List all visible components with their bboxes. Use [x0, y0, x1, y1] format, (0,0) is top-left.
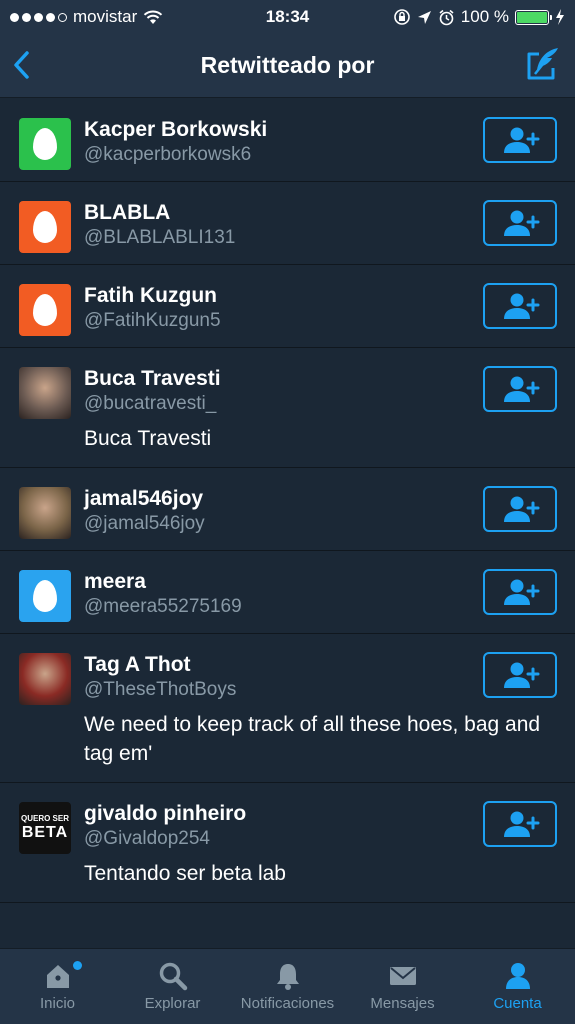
location-icon	[417, 10, 431, 24]
signal-icon	[10, 12, 67, 22]
tab-cuenta[interactable]: Cuenta	[460, 949, 575, 1024]
add-user-icon	[504, 579, 540, 605]
avatar[interactable]	[19, 570, 71, 622]
user-handle: @kacperborkowsk6	[84, 144, 252, 165]
follow-button[interactable]	[483, 801, 557, 847]
tab-inicio[interactable]: Inicio	[0, 949, 115, 1024]
user-handle: @bucatravesti_	[84, 393, 217, 414]
tab-label: Cuenta	[493, 995, 542, 1012]
user-name: jamal546joy	[84, 487, 204, 510]
status-right: 100 %	[393, 7, 565, 27]
user-handle: @meera55275169	[84, 596, 242, 617]
avatar[interactable]	[19, 487, 71, 539]
battery-fill	[517, 11, 547, 23]
user-row[interactable]: Fatih Kuzgun @FatihKuzgun5	[0, 265, 575, 348]
add-user-icon	[504, 811, 540, 837]
charging-icon	[556, 9, 564, 25]
user-name: BLABLA	[84, 201, 171, 224]
follow-button[interactable]	[483, 200, 557, 246]
envelope-icon	[389, 967, 416, 985]
user-row[interactable]: Tag A Thot @TheseThotBoys We need to kee…	[0, 634, 575, 783]
tab-mensajes[interactable]: Mensajes	[345, 949, 460, 1024]
follow-button[interactable]	[483, 652, 557, 698]
home-icon	[46, 965, 69, 988]
tab-label: Inicio	[39, 995, 76, 1012]
user-row[interactable]: Buca Travesti @bucatravesti_ Buca Traves…	[0, 348, 575, 468]
follow-button[interactable]	[483, 117, 557, 163]
avatar[interactable]	[19, 284, 71, 336]
add-user-icon	[504, 127, 540, 153]
user-handle: @TheseThotBoys	[84, 679, 237, 700]
follow-button[interactable]	[483, 569, 557, 615]
user-bio: Buca Travesti	[84, 427, 212, 450]
default-egg-icon	[33, 128, 57, 160]
user-name: Buca Travesti	[84, 367, 221, 390]
status-left: movistar	[10, 7, 163, 27]
add-user-icon	[504, 210, 540, 236]
retweeters-list: Kacper Borkowski @kacperborkowsk6 BLABLA…	[0, 99, 575, 903]
user-handle: @FatihKuzgun5	[84, 310, 221, 331]
person-icon	[505, 963, 530, 989]
avatar[interactable]	[19, 367, 71, 419]
carrier-label: movistar	[73, 7, 138, 26]
user-row[interactable]: QUERO SER BETA givaldo pinheiro @Givaldop…	[0, 783, 575, 903]
user-bio: We need to keep track of all these hoes,…	[84, 713, 541, 765]
user-row[interactable]: BLABLA @BLABLABLI131	[0, 182, 575, 265]
user-bio: Tentando ser beta lab	[84, 862, 286, 885]
avatar[interactable]	[19, 653, 71, 705]
tab-label: Explorar	[144, 995, 201, 1012]
add-user-icon	[504, 293, 540, 319]
battery-percent: 100 %	[460, 7, 509, 26]
compose-tweet-button[interactable]	[525, 46, 561, 82]
avatar[interactable]	[19, 201, 71, 253]
tab-bar: Inicio Explorar Notificaciones Mensajes Cuen…	[0, 948, 575, 1024]
bell-icon	[276, 964, 299, 990]
tab-label: Mensajes	[370, 995, 435, 1012]
follow-button[interactable]	[483, 486, 557, 532]
nav-bar: Retwitteado por	[0, 34, 575, 98]
user-name: givaldo pinheiro	[84, 802, 247, 825]
user-row[interactable]: Kacper Borkowski @kacperborkowsk6	[0, 99, 575, 182]
user-handle: @jamal546joy	[84, 513, 205, 534]
battery-icon	[515, 9, 552, 25]
add-user-icon	[504, 376, 540, 402]
user-handle: @Givaldop254	[84, 828, 210, 849]
tab-label: Notificaciones	[240, 995, 335, 1012]
user-name: Fatih Kuzgun	[84, 284, 217, 307]
add-user-icon	[504, 496, 540, 522]
tab-notificaciones[interactable]: Notificaciones	[230, 949, 345, 1024]
new-content-dot	[73, 961, 82, 970]
page-title: Retwitteado por	[200, 52, 375, 78]
user-name: Tag A Thot	[84, 653, 191, 676]
follow-button[interactable]	[483, 366, 557, 412]
wifi-icon	[144, 10, 163, 24]
avatar[interactable]	[19, 118, 71, 170]
default-egg-icon	[33, 580, 57, 612]
user-row[interactable]: meera @meera55275169	[0, 551, 575, 634]
search-icon	[159, 962, 187, 991]
default-egg-icon	[33, 294, 57, 326]
user-name: meera	[84, 570, 146, 593]
avatar-text-top: QUERO SER	[20, 814, 69, 823]
default-egg-icon	[33, 211, 57, 243]
follow-button[interactable]	[483, 283, 557, 329]
tab-explorar[interactable]: Explorar	[115, 949, 230, 1024]
rotation-lock-icon	[393, 9, 410, 25]
alarm-icon	[439, 9, 454, 25]
user-name: Kacper Borkowski	[84, 118, 268, 141]
user-handle: @BLABLABLI131	[84, 227, 236, 248]
user-row[interactable]: jamal546joy @jamal546joy	[0, 468, 575, 551]
avatar[interactable]: QUERO SER BETA	[19, 802, 71, 854]
back-button[interactable]	[10, 48, 34, 82]
avatar-text-bottom: BETA	[21, 824, 69, 841]
add-user-icon	[504, 662, 540, 688]
status-bar: movistar 18:34 100 %	[0, 0, 575, 34]
